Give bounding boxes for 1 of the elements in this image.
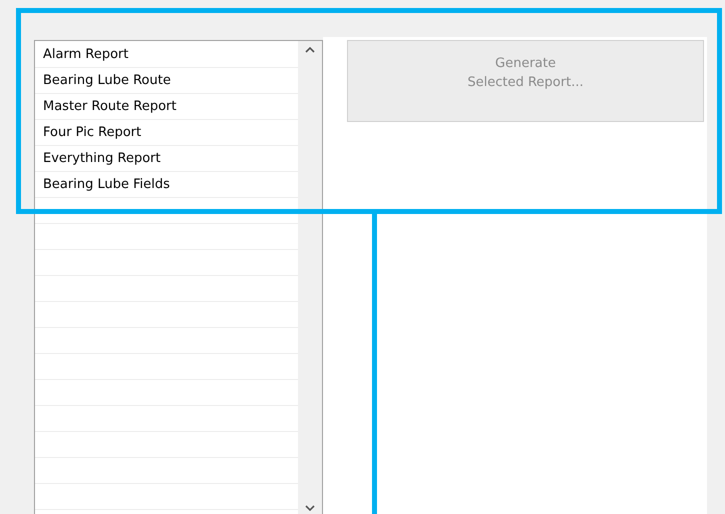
report-list[interactable]: Alarm Report Bearing Lube Route Master Route Report Four Pic Report Everything Report Bearing Lube Fields — [34, 40, 323, 514]
